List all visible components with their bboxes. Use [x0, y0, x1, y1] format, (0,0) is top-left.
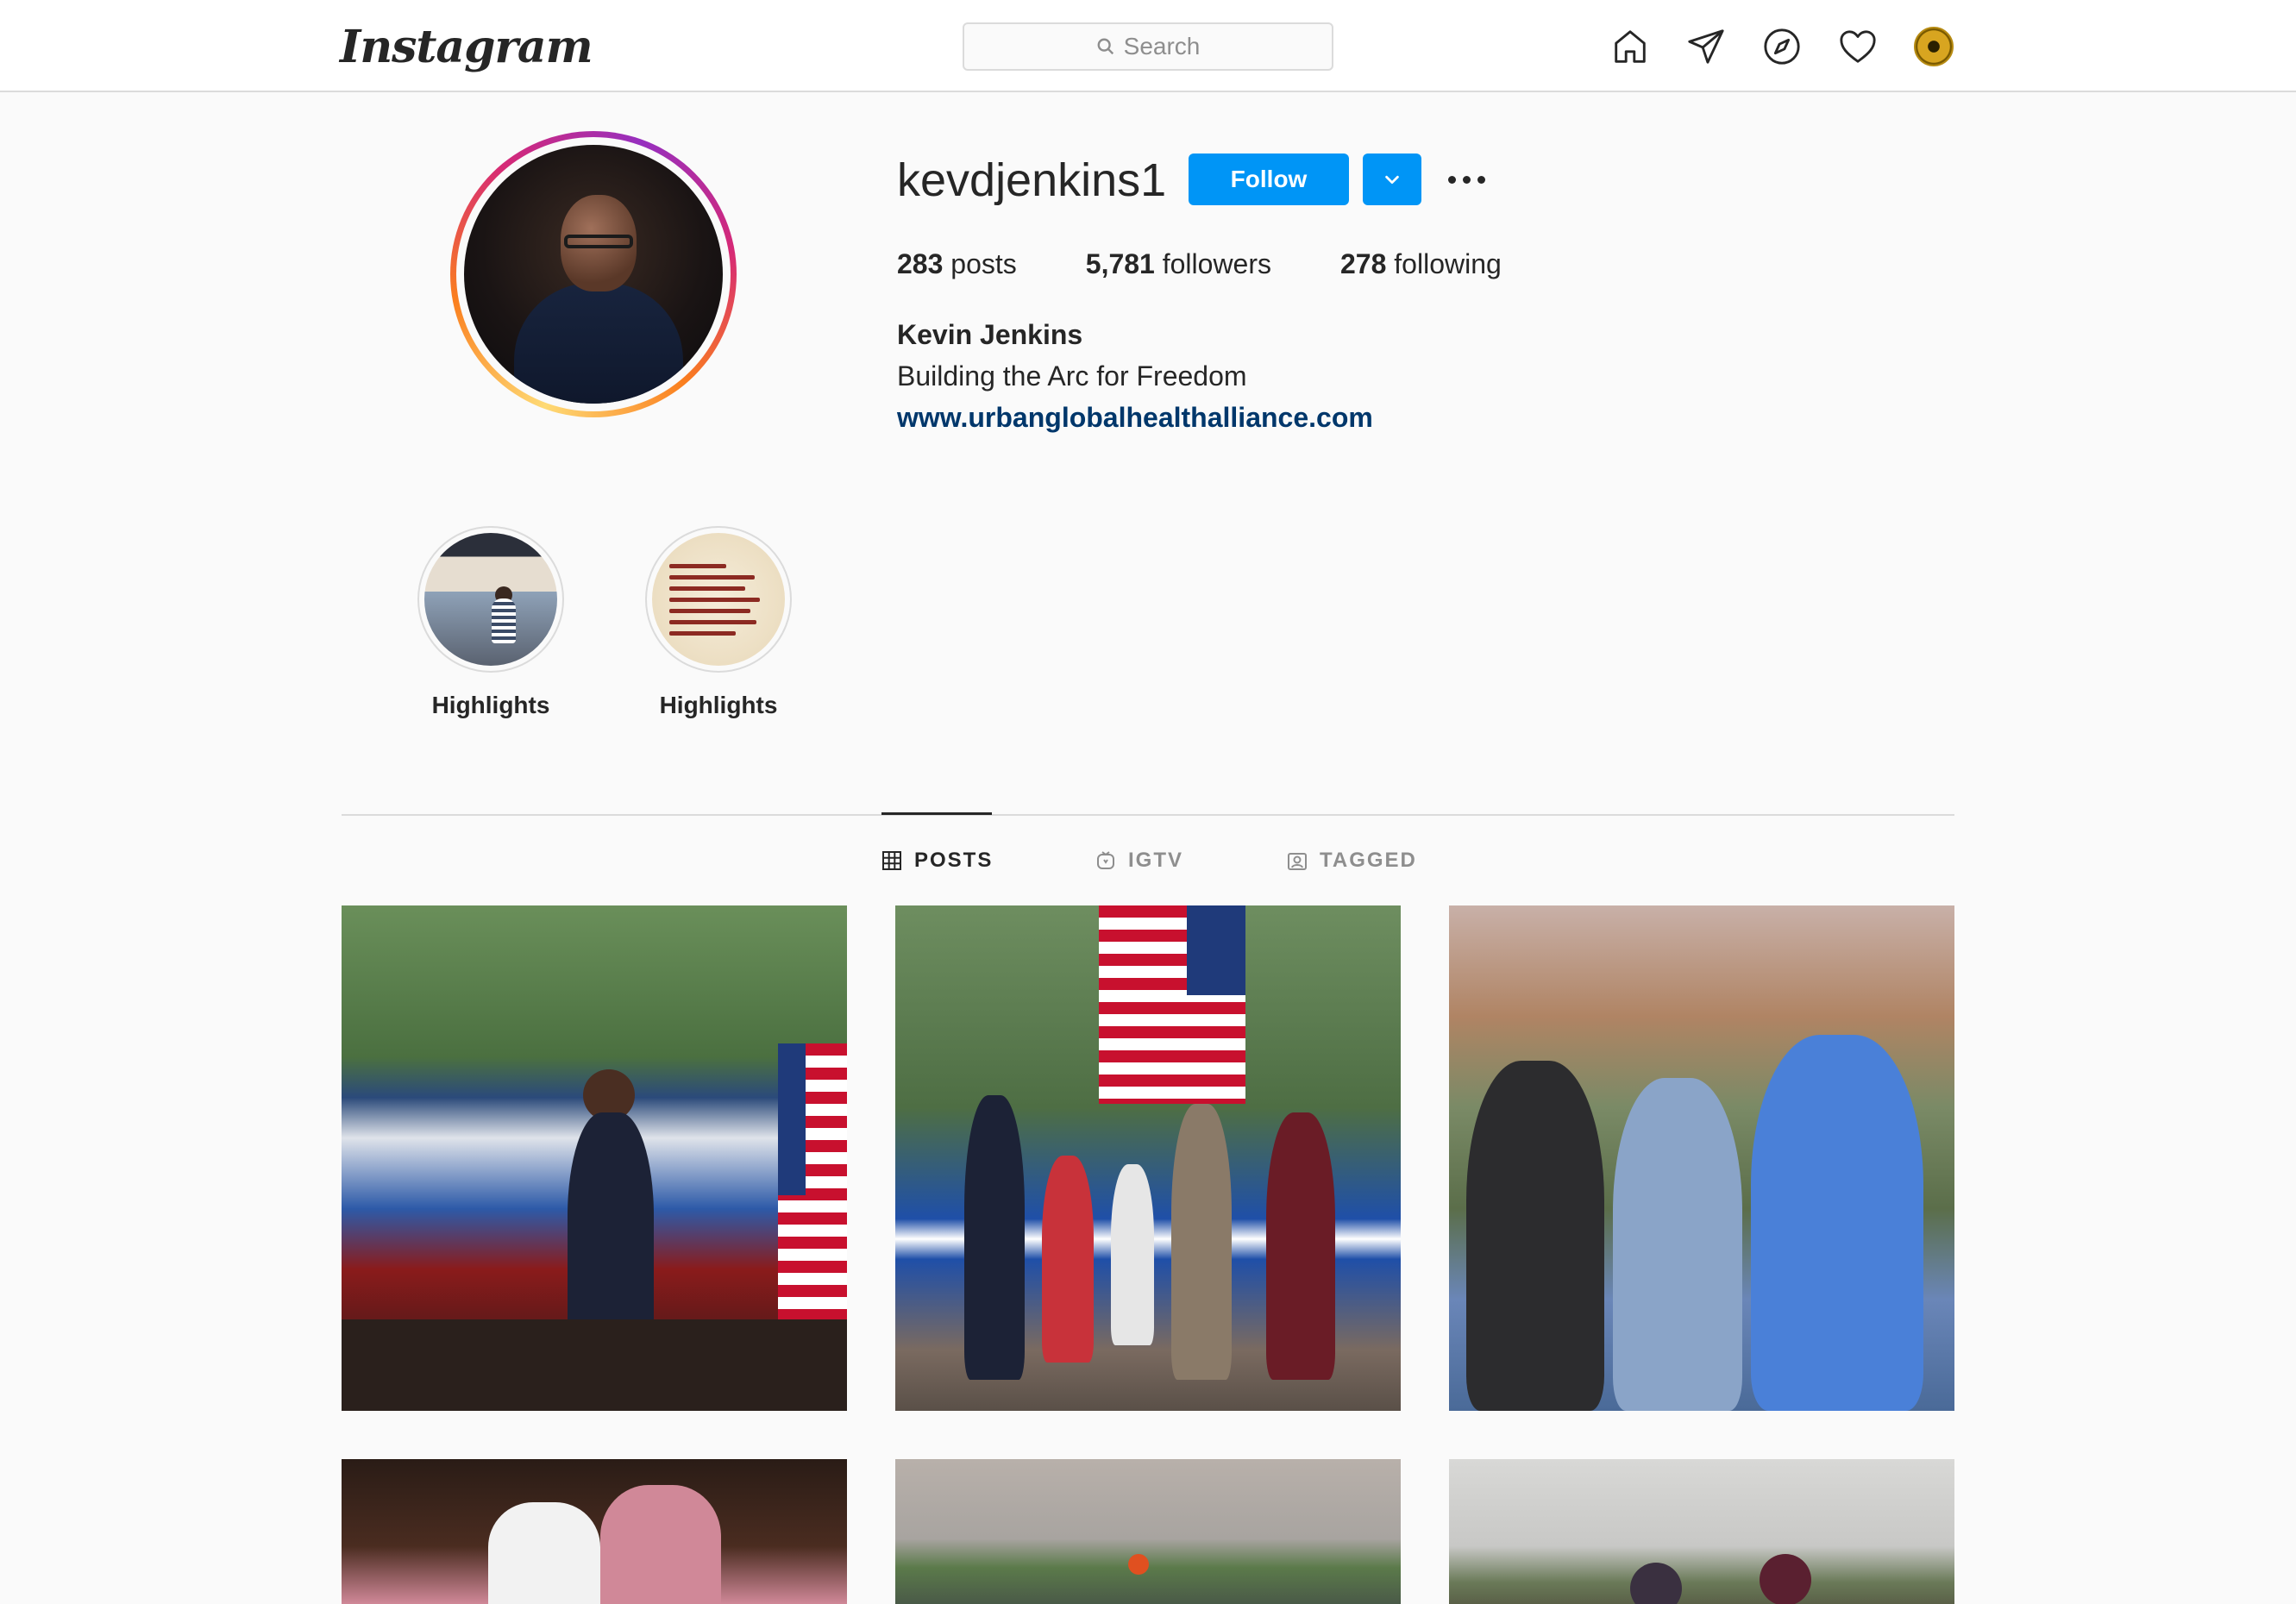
- post-thumbnail[interactable]: [895, 1459, 1401, 1604]
- igtv-icon: [1097, 851, 1114, 869]
- profile-picture: [464, 145, 723, 404]
- profile-stats: 283 posts 5,781 followers 278 following: [897, 248, 1502, 280]
- active-tab-indicator: [881, 812, 992, 815]
- post-thumbnail[interactable]: [342, 1459, 847, 1604]
- activity-heart-icon[interactable]: [1837, 26, 1879, 67]
- nav-icons: [1609, 26, 1954, 67]
- following-link[interactable]: 278 following: [1340, 248, 1502, 280]
- tab-tagged[interactable]: TAGGED: [1287, 849, 1417, 873]
- nav-avatar-image: [1914, 27, 1954, 66]
- story-highlight[interactable]: Highlights: [417, 526, 564, 719]
- tagged-icon: [1288, 853, 1307, 870]
- tab-posts[interactable]: POSTS: [881, 849, 993, 873]
- explore-icon[interactable]: [1761, 26, 1803, 67]
- follow-button[interactable]: Follow: [1189, 154, 1349, 205]
- profile-website-link[interactable]: www.urbanglobalhealthalliance.com: [897, 402, 1373, 434]
- search-icon: [1097, 38, 1113, 55]
- tab-igtv[interactable]: IGTV: [1095, 849, 1183, 873]
- profile-full-name: Kevin Jenkins: [897, 319, 1083, 350]
- top-navigation-bar: Instagram Search: [0, 0, 2296, 92]
- post-thumbnail[interactable]: [895, 905, 1401, 1411]
- followers-link[interactable]: 5,781 followers: [1086, 248, 1271, 280]
- tabs-divider: [342, 814, 1954, 816]
- highlight-cover-image: [652, 533, 785, 666]
- chevron-down-icon: [1385, 175, 1399, 185]
- search-input[interactable]: Search: [963, 22, 1333, 71]
- story-highlight[interactable]: Highlights: [645, 526, 792, 719]
- profile-avatar-story-ring[interactable]: [450, 131, 737, 417]
- post-thumbnail[interactable]: [1449, 1459, 1954, 1604]
- post-thumbnail[interactable]: [1449, 905, 1954, 1411]
- suggested-accounts-dropdown-button[interactable]: [1363, 154, 1421, 205]
- instagram-logo[interactable]: Instagram: [340, 19, 593, 76]
- home-icon[interactable]: [1609, 26, 1651, 67]
- more-options-icon[interactable]: [1442, 162, 1490, 197]
- profile-bio: Building the Arc for Freedom: [897, 360, 1247, 392]
- grid-icon: [882, 851, 901, 870]
- highlight-cover-image: [424, 533, 557, 666]
- highlight-label: Highlights: [659, 692, 778, 718]
- profile-avatar[interactable]: [1913, 26, 1954, 67]
- highlight-label: Highlights: [431, 692, 550, 718]
- post-thumbnail[interactable]: [342, 905, 847, 1411]
- posts-count: 283 posts: [897, 248, 1017, 279]
- direct-message-icon[interactable]: [1685, 26, 1727, 67]
- search-placeholder: Search: [1123, 33, 1201, 60]
- profile-username: kevdjenkins1: [897, 154, 1167, 206]
